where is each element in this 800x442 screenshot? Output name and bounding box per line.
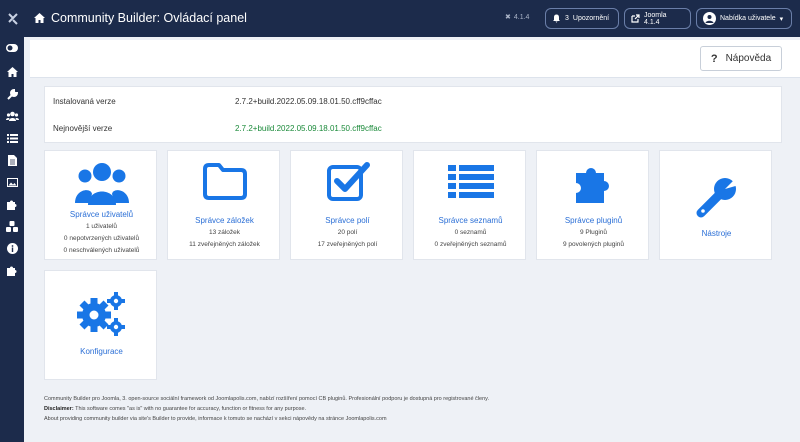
list-icon [414, 161, 527, 209]
page-title-text: Community Builder: Ovládací panel [51, 11, 247, 25]
card-stat: 9 povolených pluginů [562, 241, 625, 248]
card-stat: 0 nepotvrzených uživatelů [63, 235, 140, 242]
card-title[interactable]: Správce záložek [168, 216, 281, 225]
sidebar-cubes-icon[interactable] [0, 217, 24, 235]
users-icon [45, 161, 158, 209]
sidebar-extensions-icon[interactable] [0, 261, 24, 279]
card-tools[interactable]: Nástroje [659, 150, 772, 260]
footer-disclaimer: Disclaimer: This software comes "as is" … [44, 406, 306, 412]
sidebar-list-icon[interactable] [0, 129, 24, 147]
card-stat: 20 polí [337, 229, 358, 236]
disclaimer-label: Disclaimer: [44, 406, 74, 412]
sidebar-file-icon[interactable] [0, 151, 24, 169]
sidebar-toggle-icon[interactable] [0, 39, 24, 57]
sidebar [0, 37, 24, 442]
card-field-manager[interactable]: Správce polí 20 polí 17 zveřejněných pol… [290, 150, 403, 260]
joomla-site-button[interactable]: Joomla 4.1.4 [624, 8, 691, 29]
card-stat: 0 neschválených uživatelů [63, 247, 140, 254]
card-stat: 11 zveřejněných záložek [189, 241, 260, 248]
top-bar: Community Builder: Ovládací panel ✖ 4.1.… [0, 0, 800, 37]
card-stat: 0 seznamů [454, 229, 487, 236]
card-configuration[interactable]: Konfigurace [44, 270, 157, 380]
joomla-logo-icon[interactable] [0, 0, 26, 37]
chevron-down-icon: ▾ [779, 15, 784, 23]
card-stat: 13 záložek [208, 229, 241, 236]
card-tab-manager[interactable]: Správce záložek 13 záložek 11 zveřejněný… [167, 150, 280, 260]
card-list-manager[interactable]: Správce seznamů 0 seznamů 0 zveřejněných… [413, 150, 526, 260]
disclaimer-text: This software comes "as is" with no guar… [75, 406, 307, 412]
footer-about: Community Builder pro Joomla, 3. open-so… [44, 396, 490, 402]
installed-version-value: 2.7.2+build.2022.05.09.18.01.50.cff9cffa… [235, 97, 382, 106]
help-button[interactable]: ? Nápověda [700, 46, 782, 71]
notifications-badge: Upozornění [572, 15, 610, 22]
card-user-manager[interactable]: Správce uživatelů 1 uživatelů 0 nepotvrz… [44, 150, 157, 260]
sidebar-home-icon[interactable] [0, 63, 24, 81]
latest-version-label: Nejnovější verze [53, 124, 113, 133]
notifications-button[interactable]: 3 Upozornění [545, 8, 619, 29]
version-indicator: ✖ 4.1.4 [505, 13, 530, 22]
card-stat: 1 uživatelů [85, 223, 118, 230]
footer-more: About providing community builder via si… [44, 416, 387, 422]
card-title[interactable]: Správce seznamů [414, 216, 527, 225]
notifications-count: 3 [565, 15, 569, 22]
installed-version-label: Instalovaná verze [53, 97, 116, 106]
card-title[interactable]: Konfigurace [45, 347, 158, 356]
home-icon [34, 13, 45, 23]
card-stat: 0 zveřejněných seznamů [434, 241, 507, 248]
sidebar-info-icon[interactable] [0, 239, 24, 257]
wrench-icon [660, 175, 773, 223]
checkbox-icon [291, 161, 404, 209]
user-avatar-icon [703, 12, 716, 25]
version-info-panel: Instalovaná verze 2.7.2+build.2022.05.09… [44, 86, 782, 143]
card-stat: 17 zveřejněných polí [317, 241, 378, 248]
card-stat: 9 Pluginů [579, 229, 608, 236]
card-title[interactable]: Nástroje [660, 229, 773, 238]
folder-icon [168, 161, 281, 209]
card-title[interactable]: Správce pluginů [537, 216, 650, 225]
question-icon: ? [710, 52, 718, 65]
card-title[interactable]: Správce uživatelů [45, 210, 158, 219]
bell-icon [553, 14, 560, 23]
sidebar-wrench-icon[interactable] [0, 85, 24, 103]
user-menu-button[interactable]: Nabídka uživatele ▾ [696, 8, 792, 29]
puzzle-icon [537, 161, 650, 209]
sidebar-puzzle-icon[interactable] [0, 195, 24, 213]
latest-version-value: 2.7.2+build.2022.05.09.18.01.50.cff9cffa… [235, 124, 382, 133]
external-link-icon [631, 14, 640, 23]
joomla-mark-icon: ✖ [505, 14, 511, 21]
card-plugin-manager[interactable]: Správce pluginů 9 Pluginů 9 povolených p… [536, 150, 649, 260]
toolbar [30, 40, 800, 78]
card-title[interactable]: Správce polí [291, 216, 404, 225]
page-title: Community Builder: Ovládací panel [34, 11, 247, 25]
sidebar-image-icon[interactable] [0, 173, 24, 191]
cogs-icon [45, 291, 158, 339]
sidebar-users-icon[interactable] [0, 107, 24, 125]
